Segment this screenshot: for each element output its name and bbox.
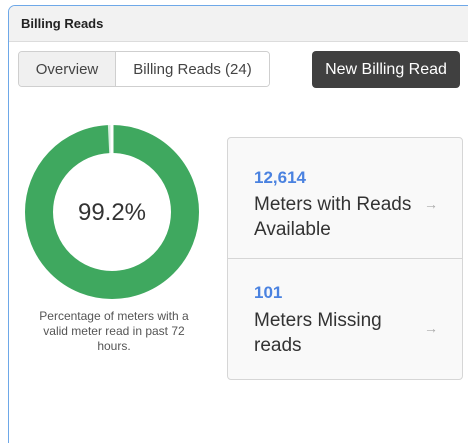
panel-title: Billing Reads (21, 16, 104, 31)
percentage-value: 99.2% (77, 199, 147, 226)
view-tabs: Overview Billing Reads (24) (18, 51, 270, 87)
percentage-caption: Percentage of meters with a valid meter … (39, 309, 189, 353)
meter-stats-card: 12,614 Meters with Reads Available → 101… (227, 137, 463, 380)
stat-meters-missing-reads[interactable]: 101 Meters Missing reads → (228, 259, 462, 379)
stat-label: Meters Missing reads (254, 310, 382, 356)
stat-number: 12,614 (254, 168, 306, 187)
stat-meters-with-reads[interactable]: 12,614 Meters with Reads Available → (228, 138, 462, 259)
tab-overview[interactable]: Overview (19, 52, 116, 86)
stat-number: 101 (254, 283, 283, 302)
new-billing-read-button[interactable]: New Billing Read (312, 51, 460, 88)
tab-billing-reads[interactable]: Billing Reads (24) (116, 52, 269, 86)
panel-header: Billing Reads (9, 6, 468, 42)
arrow-right-icon: → (424, 196, 438, 212)
arrow-right-icon: → (424, 320, 438, 336)
stat-label: Meters with Reads Available (254, 194, 412, 240)
